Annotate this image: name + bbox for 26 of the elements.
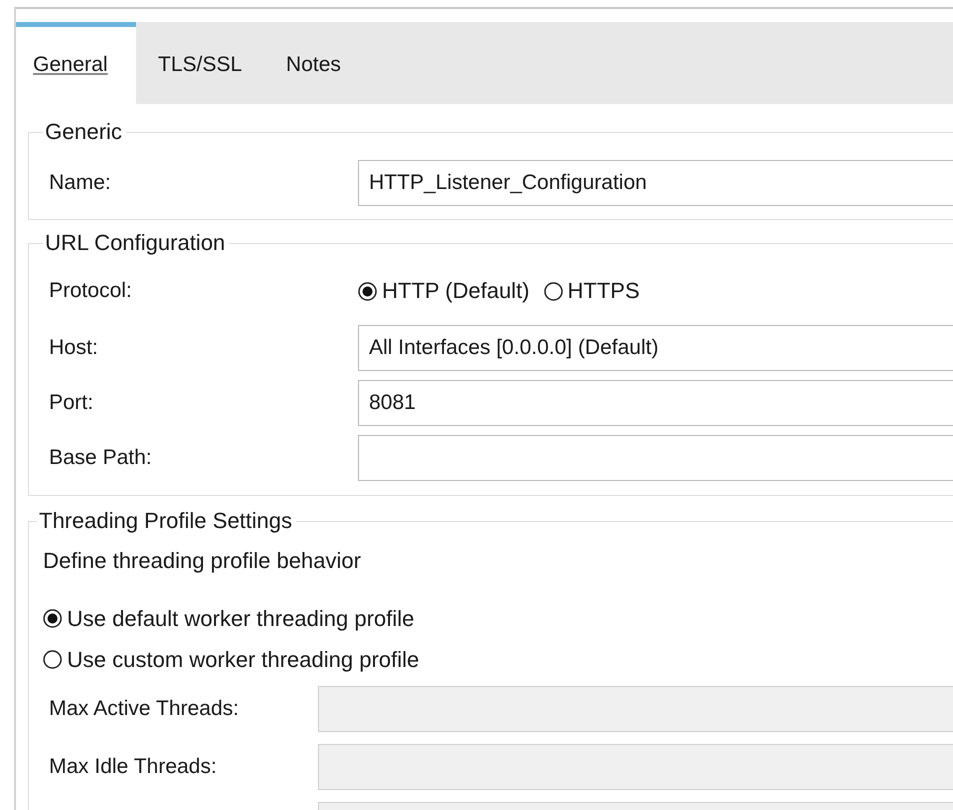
input-field[interactable]	[358, 434, 953, 480]
group-title: URL Configuration	[44, 230, 226, 256]
radio-indicator[interactable]	[358, 282, 377, 300]
radio-indicator[interactable]	[43, 609, 62, 628]
radio-option[interactable]: Use custom worker threading profile	[43, 646, 420, 672]
group-title: Generic	[44, 119, 124, 145]
field-label: Name:	[49, 171, 112, 195]
radio-indicator[interactable]	[544, 282, 563, 300]
radio-indicator[interactable]	[43, 650, 62, 669]
field-label: Max Active Threads:	[49, 697, 240, 721]
tab[interactable]: Notes	[264, 22, 363, 104]
radio-option[interactable]: Use default worker threading profile	[43, 606, 414, 632]
tab[interactable]: General	[16, 22, 136, 104]
input-field[interactable]: 8081	[358, 380, 953, 426]
radio-option[interactable]: HTTP (Default)	[358, 278, 530, 304]
input-field[interactable]: HTTP_Listener_Configuration	[358, 160, 953, 206]
description-text: Define threading profile behavior	[43, 547, 362, 575]
tab[interactable]: TLS/SSL	[136, 22, 264, 104]
field-label: Port:	[49, 390, 94, 414]
field-label: Max Idle Threads:	[49, 755, 218, 779]
radio-option[interactable]: HTTPS	[544, 278, 640, 304]
input-field[interactable]: All Interfaces [0.0.0.0] (Default)	[358, 324, 953, 370]
field-label: Protocol:	[49, 279, 133, 303]
group-title: Threading Profile Settings	[38, 508, 294, 534]
field-label: Base Path:	[49, 446, 153, 470]
field-label: Host:	[49, 336, 100, 360]
